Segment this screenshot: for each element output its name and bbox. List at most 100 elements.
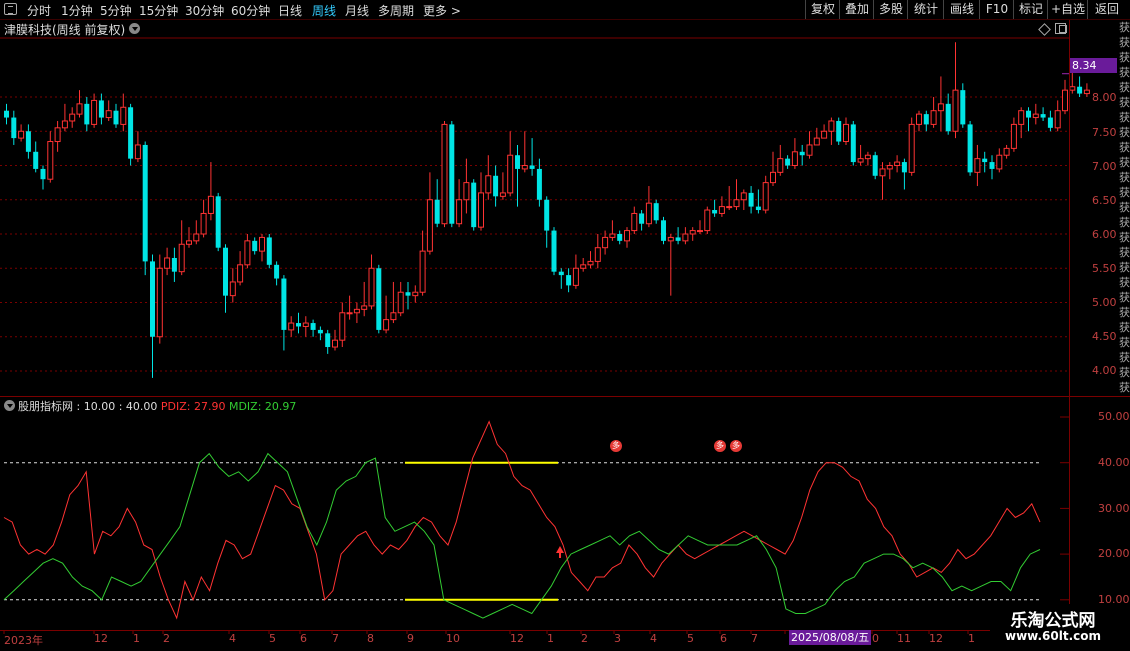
candle-body [1069,86,1076,91]
candle-body [894,161,901,166]
candle-body [412,291,419,297]
candle-body [426,199,433,252]
candle-body [558,271,564,276]
candle-body [11,117,17,139]
candle-body [47,141,54,180]
candle-body [120,106,127,125]
candle-body [828,120,835,132]
candle-body [930,110,937,125]
candle-body [339,312,346,341]
candle-body [25,131,31,152]
candle-body [594,247,601,262]
price-axis-label: 6.50 [1092,194,1117,207]
price-axis-label: 6.00 [1092,228,1117,241]
candle-body [645,202,652,225]
date-tick: 1 [547,632,554,645]
candle-body [886,165,893,170]
axis-divider [1069,20,1070,630]
candle-body [434,199,440,224]
candle-body [471,182,477,228]
candle-body [639,213,645,224]
candle-body [937,103,944,112]
candle-body [850,124,856,163]
candle-body [653,203,659,221]
price-axis-label: 5.00 [1092,296,1117,309]
candle-body [661,220,666,241]
candle-body [712,210,718,214]
price-axis-label: 4.50 [1092,330,1117,343]
candle-body [1062,89,1068,112]
indicator-name: 股朋指标网 [18,400,73,413]
candle-body [1077,86,1083,94]
mdiz-line [3,452,1041,619]
date-tick: 1 [133,632,140,645]
candle-body [864,154,871,160]
price-axis-label: 5.50 [1092,262,1117,275]
candle-body [229,281,236,297]
chart-canvas[interactable] [0,0,1130,650]
candle-body [821,130,828,139]
candle-body [566,275,572,286]
candle-body [397,291,404,314]
candle-body [718,206,725,214]
candle-body [252,240,258,252]
candle-body [989,162,995,169]
date-tick: 10 [446,632,460,645]
candle-body [785,158,791,166]
candle-body [376,268,382,330]
indicator-axis-label: 30.00 [1098,502,1130,515]
candle-body [704,209,711,232]
indicator-menu-icon[interactable] [4,400,15,411]
date-tick: 4 [229,632,236,645]
candle-body [493,175,499,197]
date-tick: 7 [751,632,758,645]
date-tick: 3 [614,632,621,645]
candle-body [223,247,228,296]
candle-body [1018,110,1025,125]
pdiz-label: PDIZ: 27.90 [160,400,226,413]
candle-body [18,130,25,139]
candle-body [478,192,484,228]
candle-body [281,278,287,330]
date-tick: 2023年 [4,634,43,647]
candle-body [237,264,244,283]
candle-body [960,90,966,125]
candle-body [419,250,426,293]
candle-body [791,151,798,167]
candle-body [974,158,981,173]
date-tick: 12 [510,632,524,645]
candle-body [215,196,221,248]
candle-body [193,233,200,242]
candle-body [675,237,681,241]
candle-body [499,192,506,197]
price-axis-label: 4.00 [1092,364,1117,377]
candle-body [726,206,733,209]
date-tick: 4 [650,632,657,645]
candle-body [836,120,842,142]
candle-body [507,154,514,194]
candle-body [310,323,316,330]
candle-body [908,123,915,173]
candle-body [390,312,397,321]
candle-body [1047,117,1053,128]
date-tick: 6 [720,632,727,645]
candle-body [4,110,9,118]
candle-body [441,123,448,225]
candle-body [91,99,98,125]
side-strip-text: 获获获获获获获获获获获获获获获获获获获获获获获获获 [1119,21,1130,394]
candle-body [624,230,630,242]
price-axis-label: 7.00 [1092,160,1117,173]
buy-signal-badge: 多 [610,440,622,452]
date-tick: 5 [687,632,694,645]
candle-body [996,154,1003,170]
date-tick: 5 [269,632,276,645]
candle-body [274,264,280,279]
candle-body [916,113,922,125]
candle-body [901,162,907,173]
buy-signal-badge: 多 [730,440,742,452]
candle-body [515,155,520,169]
candle-body [296,323,301,327]
candle-body [879,168,886,177]
candle-body [843,123,849,143]
candle-body [1026,110,1031,118]
